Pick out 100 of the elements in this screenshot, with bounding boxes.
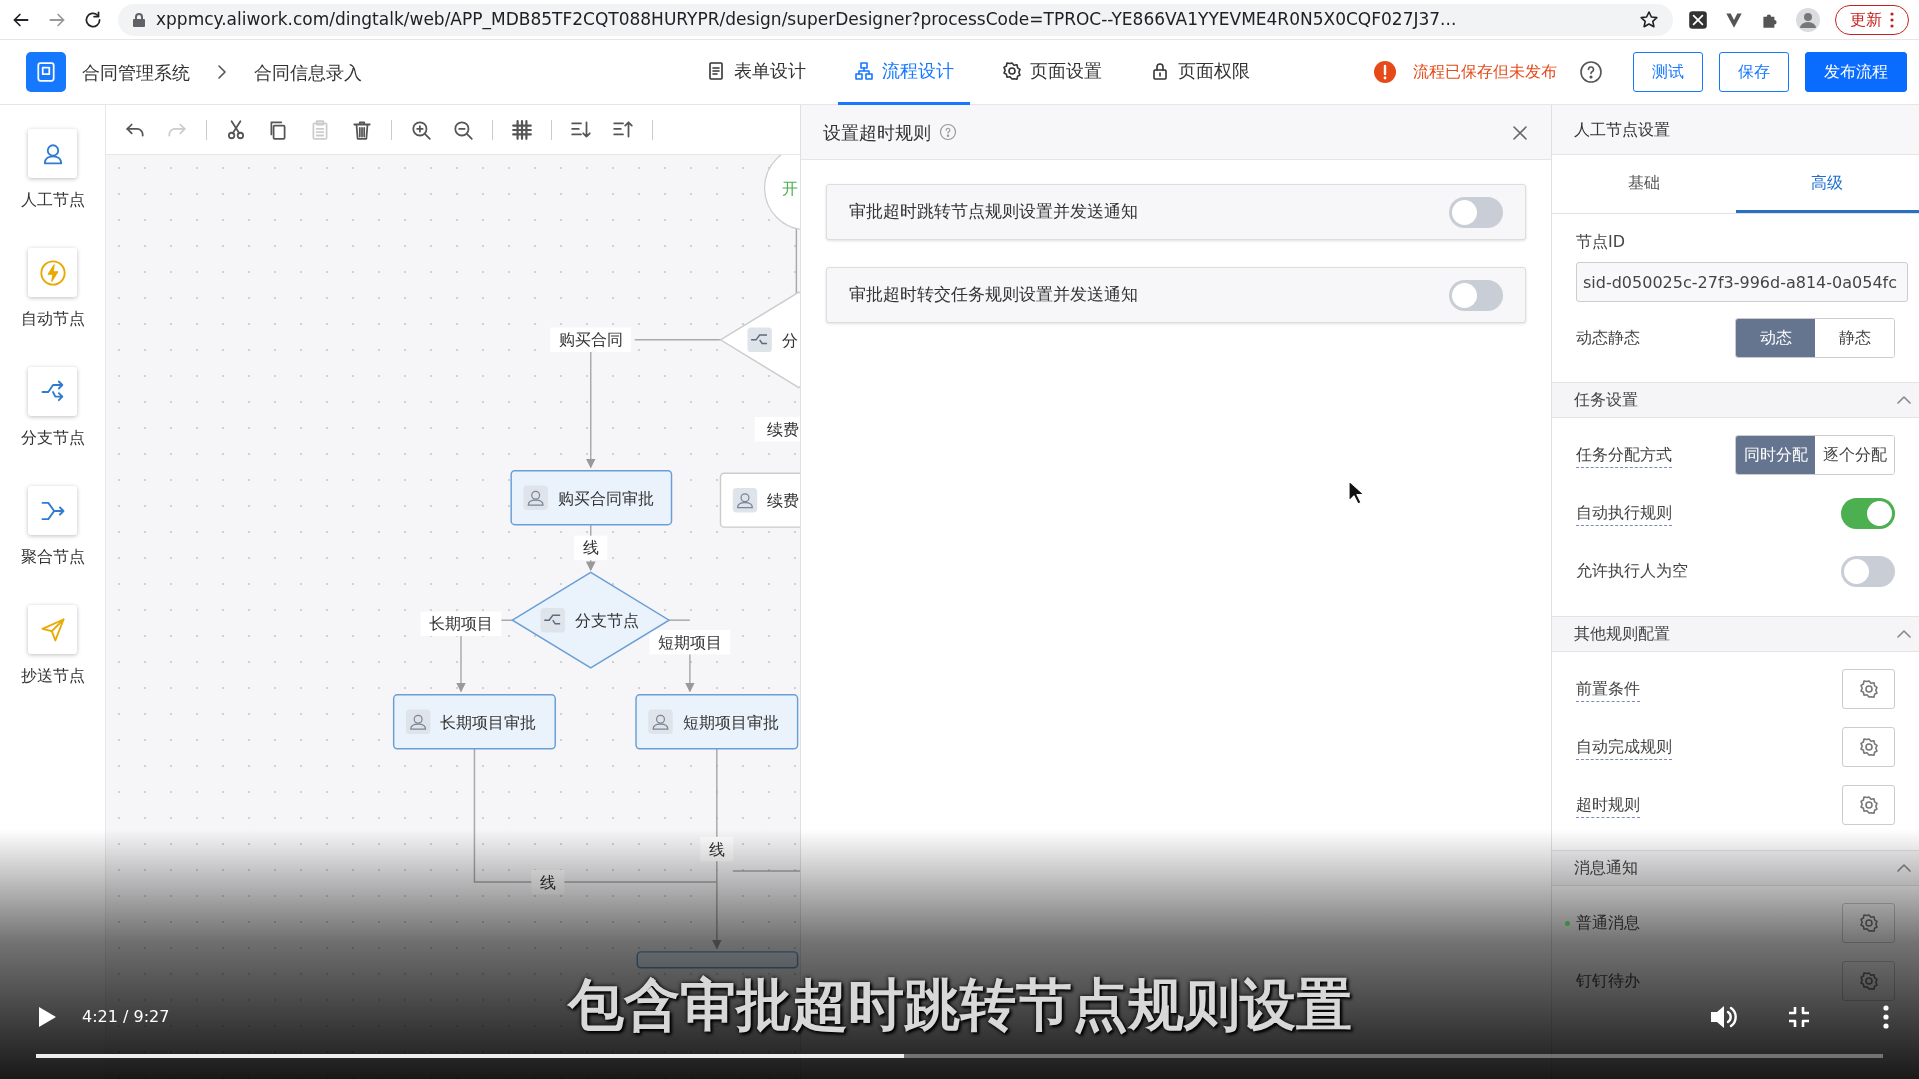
nav-tab[interactable]: 页面设置	[986, 39, 1118, 105]
sort-down-icon	[570, 119, 592, 141]
node-label: 分	[781, 330, 798, 350]
setting-label: 超时规则	[1576, 792, 1640, 818]
action-button[interactable]: 发布流程	[1805, 52, 1907, 92]
speaker-icon	[1709, 1003, 1739, 1031]
video-time: 4:21 / 9:27	[82, 1006, 170, 1028]
node-tile[interactable]	[28, 367, 77, 416]
help-icon	[939, 123, 957, 141]
edge-label: 购买合同	[550, 327, 632, 353]
zoom-out-icon	[452, 119, 474, 141]
toggle-switch[interactable]	[1449, 196, 1503, 228]
section-title: 消息通知	[1574, 857, 1638, 879]
node-type-label: 聚合节点	[20, 546, 85, 568]
node-type-label: 分支节点	[20, 427, 85, 449]
node-tile[interactable]	[28, 248, 77, 297]
setting-label: 自动执行规则	[1576, 500, 1672, 526]
gear-icon	[1858, 913, 1879, 933]
more-icon	[1890, 11, 1894, 28]
task-node[interactable]	[635, 694, 799, 750]
node-label: 分支节点	[574, 611, 639, 631]
field-label: 动态静态	[1576, 327, 1640, 349]
setting-label: 前置条件	[1576, 676, 1640, 702]
help-icon[interactable]	[1579, 60, 1603, 84]
rule-label: 审批超时跳转节点规则设置并发送通知	[849, 200, 1138, 224]
more-button[interactable]	[1883, 1004, 1889, 1030]
breadcrumb-item[interactable]: 合同信息录入	[254, 58, 362, 86]
task-node[interactable]	[510, 470, 673, 526]
progress-track[interactable]	[36, 1054, 1883, 1058]
lightning-icon	[38, 258, 67, 287]
setting-label: 允许执行人为空	[1576, 560, 1688, 582]
task-node[interactable]	[392, 694, 556, 750]
node-label: 续费	[767, 491, 799, 511]
rule-label: 审批超时转交任务规则设置并发送通知	[849, 283, 1138, 307]
url-text: xppmcy.aliwork.com/dingtalk/web/APP_MDB85TF2CQT088HURYPR/design/superDesigner?processCode=TPROC--YE866VA1YYEVME4R0N5X0CQF027J37...	[156, 7, 1458, 32]
breadcrumb-item[interactable]: 合同管理系统	[82, 58, 190, 86]
edge-label: 短期项目	[649, 629, 731, 655]
node-label: 开	[781, 179, 798, 199]
panel-tab[interactable]: 高级	[1735, 155, 1919, 213]
chevron-right-icon	[216, 64, 228, 80]
app-logo[interactable]	[26, 52, 66, 92]
edge-label: 续费	[754, 416, 800, 442]
segmented-control[interactable]: 动态 静态	[1735, 318, 1895, 358]
panel-tab[interactable]: 基础	[1552, 155, 1736, 213]
segmented-control[interactable]: 同时分配 逐个分配	[1735, 435, 1895, 475]
settings-button[interactable]	[1842, 785, 1895, 825]
trash-icon	[351, 119, 373, 141]
more-icon	[1883, 1005, 1889, 1030]
user-icon	[523, 485, 548, 510]
settings-button[interactable]	[1842, 669, 1895, 709]
node-label: 长期项目审批	[440, 712, 537, 732]
section-header[interactable]: 任务设置	[1552, 382, 1919, 418]
nav-tab[interactable]: 表单设计	[690, 39, 822, 105]
toggle-switch[interactable]	[1449, 279, 1503, 311]
nav-tab[interactable]: 页面权限	[1134, 39, 1266, 105]
node-tile[interactable]	[28, 129, 77, 178]
section-header[interactable]: 消息通知	[1552, 850, 1919, 886]
action-button[interactable]: 保存	[1719, 52, 1789, 92]
toggle-switch[interactable]	[1841, 555, 1895, 587]
task-node[interactable]	[636, 951, 799, 969]
branch-icon	[747, 327, 772, 353]
edge-label: 长期项目	[420, 611, 502, 637]
document-icon	[706, 60, 726, 81]
panel-title: 人工节点设置	[1574, 118, 1670, 141]
node-tile[interactable]	[28, 486, 77, 535]
segment-option[interactable]: 同时分配	[1736, 436, 1815, 474]
update-button[interactable]: 更新	[1835, 4, 1909, 35]
section-title: 其他规则配置	[1574, 623, 1670, 645]
section-header[interactable]: 其他规则配置	[1552, 616, 1919, 652]
exit-fullscreen-button[interactable]	[1787, 1004, 1811, 1030]
star-icon[interactable]	[1639, 9, 1659, 30]
user-icon	[648, 709, 673, 734]
play-button[interactable]	[36, 1004, 58, 1030]
extension-icon[interactable]	[1687, 8, 1709, 31]
settings-button[interactable]	[1842, 903, 1895, 943]
segment-option[interactable]: 动态	[1736, 319, 1815, 357]
avatar-icon[interactable]	[1795, 6, 1821, 33]
status-text: 流程已保存但未发布	[1413, 61, 1557, 83]
volume-button[interactable]	[1709, 1003, 1739, 1031]
connector-line	[668, 619, 691, 621]
setting-label: 任务分配方式	[1576, 442, 1672, 468]
gear-icon	[1858, 737, 1879, 757]
start-node[interactable]	[763, 155, 800, 231]
flowchart-icon	[854, 60, 874, 81]
exit-fullscreen-icon	[1787, 1005, 1811, 1030]
warning-icon	[1373, 60, 1397, 84]
zoom-in-icon	[410, 119, 432, 141]
node-type-label: 人工节点	[20, 189, 85, 211]
subtitle-text: 包含审批超时跳转节点规则设置	[567, 977, 1352, 1033]
grid-icon	[511, 119, 533, 141]
toggle-switch[interactable]	[1841, 497, 1895, 529]
action-button[interactable]: 测试	[1633, 52, 1703, 92]
edge-label: 线	[531, 869, 565, 895]
node-id-field[interactable]: sid-d050025c-27f3-996d-a814-0a054fc	[1576, 262, 1908, 302]
settings-button[interactable]	[1842, 727, 1895, 767]
lock-icon	[1150, 60, 1170, 81]
node-type-label: 抄送节点	[20, 665, 85, 687]
close-icon	[1511, 123, 1529, 142]
field-label: 节点ID	[1576, 231, 1627, 253]
node-tile[interactable]	[28, 605, 77, 654]
